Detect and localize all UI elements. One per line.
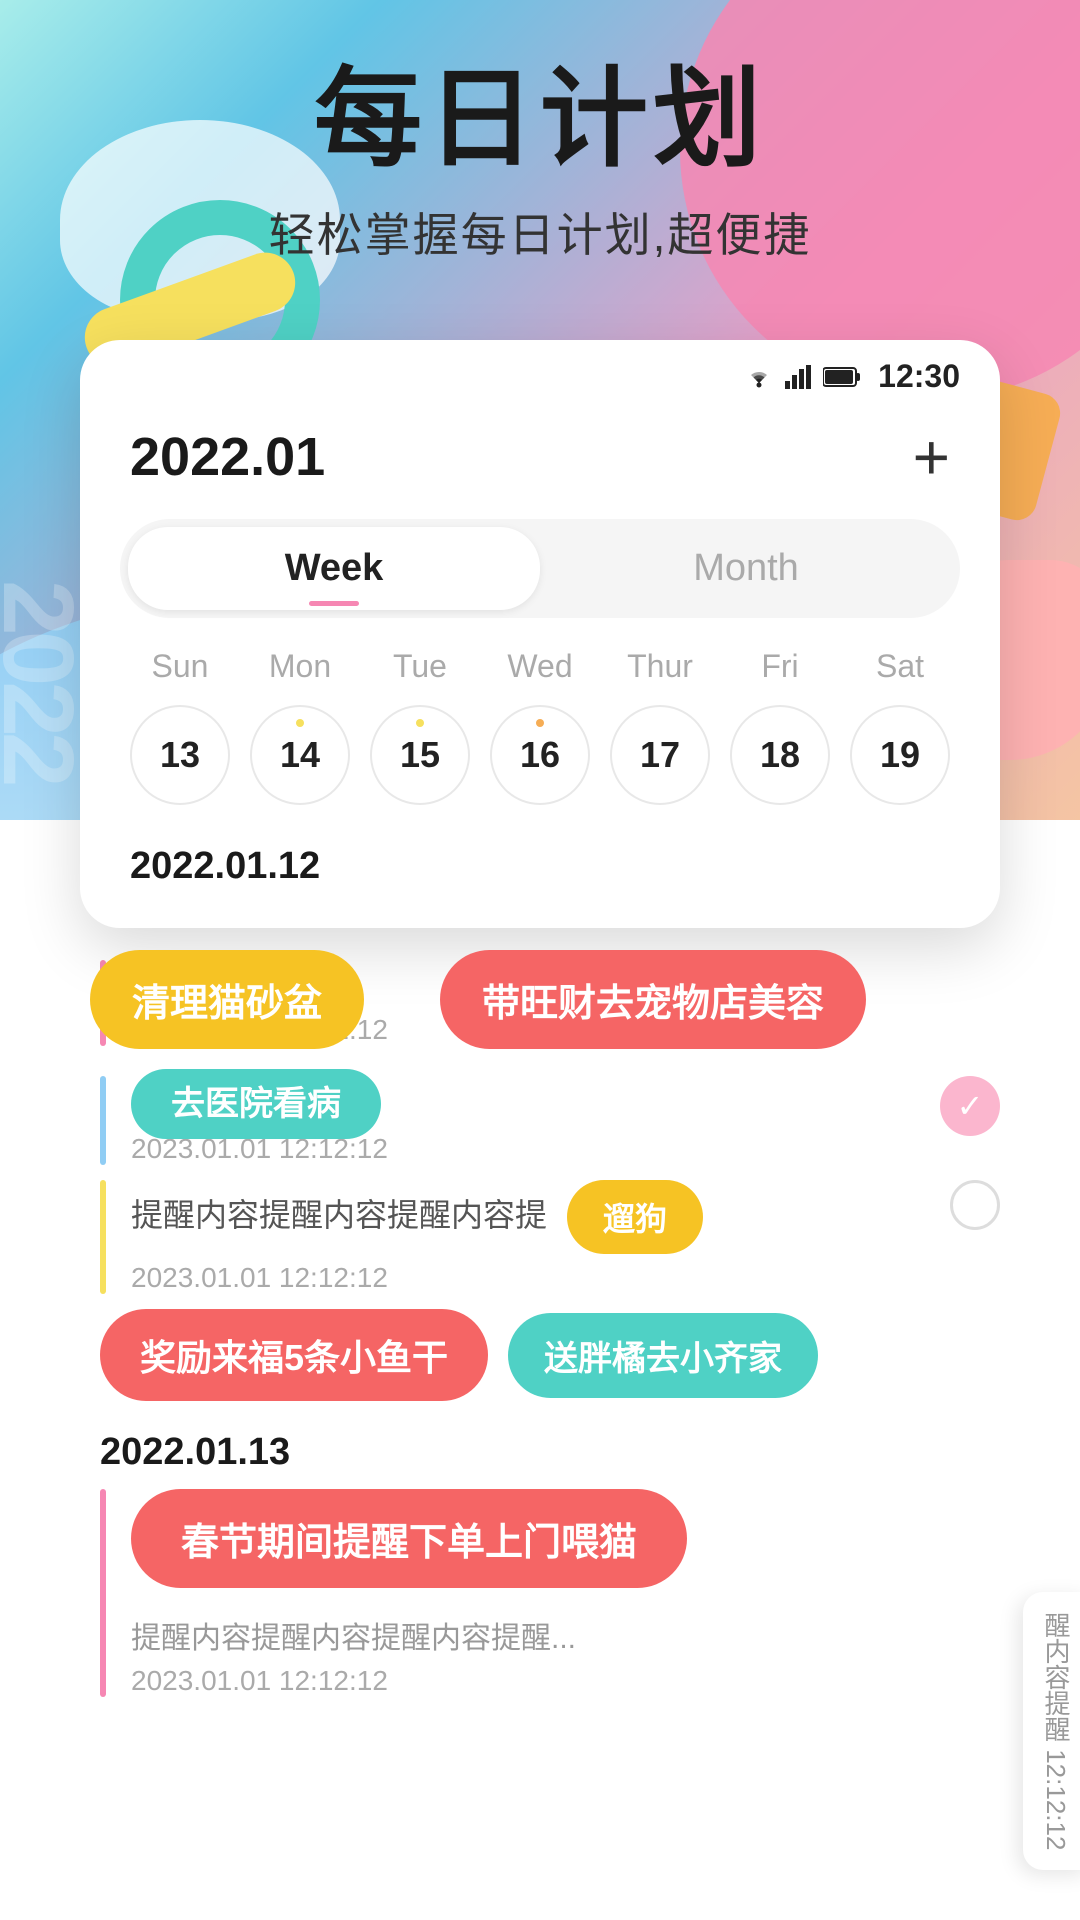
weekday-wed: Wed: [490, 648, 590, 685]
task-content-3: 提醒内容提醒内容提醒内容提 遛狗 2023.01.01 12:12:12: [131, 1180, 930, 1294]
section-date-2: 2022.01.13: [80, 1431, 1000, 1474]
date-18[interactable]: 18: [730, 705, 830, 805]
date-13[interactable]: 13: [130, 705, 230, 805]
phone-card: 12:30 2022.01 + Week Month Sun Mon Tue W…: [80, 340, 1000, 928]
calendar-tabs: Week Month: [120, 519, 960, 618]
right-side-card: 醒内容提醒 12:12:12: [1023, 1592, 1080, 1870]
weekday-sat: Sat: [850, 648, 950, 685]
tag-walk-dog[interactable]: 遛狗: [567, 1180, 703, 1254]
spring-festival-task[interactable]: 春节期间提醒下单上门喂猫: [131, 1489, 687, 1588]
task-radio-3[interactable]: [950, 1180, 1000, 1230]
dates-row: 13 14 15 16 17 18 19: [80, 695, 1000, 825]
hero-subtitle: 轻松掌握每日计划,超便捷: [0, 199, 1080, 265]
status-icons: [743, 365, 863, 389]
tag-clean-litter[interactable]: 清理猫砂盆: [90, 950, 364, 1049]
content-area: 容提醒内 2023.01.01 12:12:12 去医院看病 2023.01.0…: [80, 960, 1000, 1727]
tag-pet-grooming[interactable]: 带旺财去宠物店美容: [440, 950, 866, 1049]
task-title-3: 提醒内容提醒内容提醒内容提: [131, 1190, 547, 1236]
check-mark: ✓: [957, 1087, 984, 1125]
tag-hospital[interactable]: 去医院看病: [131, 1069, 381, 1139]
weekday-tue: Tue: [370, 648, 470, 685]
date-16[interactable]: 16: [490, 705, 590, 805]
task-sub-spring: 提醒内容提醒内容提醒内容提醒...: [131, 1613, 1000, 1657]
task-line-3: [100, 1180, 106, 1294]
wifi-icon: [743, 365, 775, 389]
task-meta-spring: 2023.01.01 12:12:12: [131, 1665, 1000, 1697]
battery-icon: [823, 366, 863, 388]
task-check-2: ✓: [940, 1076, 1000, 1136]
calendar-current-date: 2022.01: [130, 426, 325, 488]
tab-underline: [309, 601, 359, 606]
tags-row: 奖励来福5条小鱼干 送胖橘去小齐家: [80, 1309, 1000, 1401]
weekday-sun: Sun: [130, 648, 230, 685]
task-item-2: 去医院看病 2023.01.01 12:12:12 ✓: [80, 1076, 1000, 1165]
task-line-2: [100, 1076, 106, 1165]
task-item-3: 提醒内容提醒内容提醒内容提 遛狗 2023.01.01 12:12:12: [80, 1180, 1000, 1294]
task-meta-3: 2023.01.01 12:12:12: [131, 1262, 930, 1294]
status-time: 12:30: [878, 358, 960, 395]
hero-title: 每日计划: [0, 60, 1080, 179]
date-19[interactable]: 19: [850, 705, 950, 805]
tab-month[interactable]: Month: [540, 527, 952, 610]
weekday-fri: Fri: [730, 648, 830, 685]
right-card-text: 醒内容提醒 12:12:12: [1041, 1612, 1071, 1850]
weekday-headers: Sun Mon Tue Wed Thur Fri Sat: [80, 628, 1000, 695]
dot-14: [296, 719, 304, 727]
dot-16: [536, 719, 544, 727]
date-14[interactable]: 14: [250, 705, 350, 805]
date-15[interactable]: 15: [370, 705, 470, 805]
status-bar: 12:30: [80, 340, 1000, 405]
tag-reward-fish[interactable]: 奖励来福5条小鱼干: [100, 1309, 488, 1401]
task-content-spring: 春节期间提醒下单上门喂猫 提醒内容提醒内容提醒内容提醒... 2023.01.0…: [131, 1489, 1000, 1697]
task-item-spring: 春节期间提醒下单上门喂猫 提醒内容提醒内容提醒内容提醒... 2023.01.0…: [80, 1489, 1000, 1697]
tag-send-orange[interactable]: 送胖橘去小齐家: [508, 1313, 818, 1398]
section-date-1: 2022.01.12: [80, 825, 1000, 898]
tab-week[interactable]: Week: [128, 527, 540, 610]
weekday-thu: Thur: [610, 648, 710, 685]
task-content-2: 去医院看病 2023.01.01 12:12:12: [131, 1076, 920, 1165]
dot-15: [416, 719, 424, 727]
task-line-spring: [100, 1489, 106, 1697]
calendar-header: 2022.01 +: [80, 405, 1000, 509]
hero-section: 每日计划 轻松掌握每日计划,超便捷: [0, 60, 1080, 265]
date-17[interactable]: 17: [610, 705, 710, 805]
weekday-mon: Mon: [250, 648, 350, 685]
add-event-button[interactable]: +: [913, 425, 950, 489]
signal-icon: [785, 365, 813, 389]
